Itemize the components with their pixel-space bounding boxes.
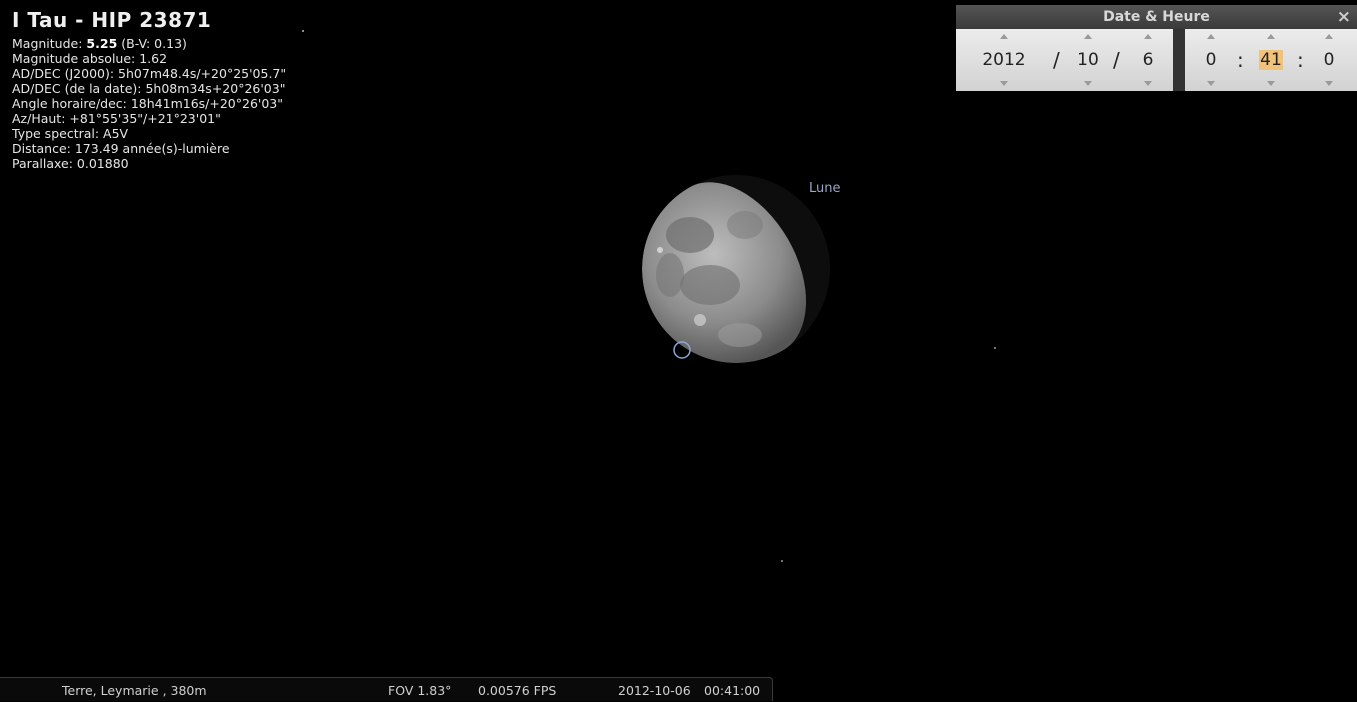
day-value[interactable]: 6 [1128, 48, 1168, 72]
moon-label[interactable]: Lune [809, 181, 841, 196]
info-line-spectral-type: Type spectral: A5V [12, 126, 129, 141]
info-line-az-alt: Az/Haut: +81°55'35"/+21°23'01" [12, 111, 221, 126]
dialog-title: Date & Heure [1103, 9, 1210, 25]
day-spinbox[interactable]: 6 [1128, 29, 1168, 91]
hour-down-arrow-icon[interactable] [1207, 81, 1215, 86]
info-line-hour-angle: Angle horaire/dec: 18h41m16s/+20°26'03" [12, 96, 284, 111]
star[interactable] [781, 560, 783, 562]
year-up-arrow-icon[interactable] [1000, 34, 1008, 39]
magnitude-value: 5.25 [86, 36, 118, 51]
location-text[interactable]: Terre, Leymarie , 380m [62, 683, 207, 698]
time-text[interactable]: 00:41:00 [704, 683, 760, 698]
fov-text[interactable]: FOV 1.83° [388, 683, 451, 698]
hour-up-arrow-icon[interactable] [1207, 34, 1215, 39]
fps-text: 0.00576 FPS [478, 683, 557, 698]
info-line-absolute-magnitude: Magnitude absolue: 1.62 [12, 51, 168, 66]
day-down-arrow-icon[interactable] [1144, 81, 1152, 86]
date-text[interactable]: 2012-10-06 [618, 683, 691, 698]
day-up-arrow-icon[interactable] [1144, 34, 1152, 39]
magnitude-label: Magnitude: [12, 36, 87, 51]
info-line-parallax: Parallaxe: 0.01880 [12, 156, 129, 171]
date-separator: / [1053, 48, 1060, 72]
year-down-arrow-icon[interactable] [1000, 81, 1008, 86]
star[interactable] [302, 30, 304, 32]
second-value[interactable]: 0 [1309, 48, 1349, 72]
month-down-arrow-icon[interactable] [1084, 81, 1092, 86]
year-value[interactable]: 2012 [968, 48, 1040, 72]
minute-value[interactable]: 41 [1259, 50, 1283, 70]
second-down-arrow-icon[interactable] [1325, 81, 1333, 86]
time-separator: : [1297, 48, 1304, 72]
object-title: I Tau - HIP 23871 [12, 8, 212, 32]
year-spinbox[interactable]: 2012 [968, 29, 1040, 91]
info-line-ra-dec-j2000: AD/DEC (J2000): 5h07m48.4s/+20°25'05.7" [12, 66, 287, 81]
magnitude-bv: (B-V: 0.13) [117, 36, 187, 51]
star[interactable] [994, 347, 996, 349]
close-icon[interactable]: × [1337, 5, 1351, 29]
info-line-ra-dec-date: AD/DEC (de la date): 5h08m34s+20°26'03" [12, 81, 286, 96]
date-time-dialog: Date & Heure × 2012 / 10 / 6 0 : 41: 0 [956, 5, 1357, 91]
object-info-panel: I Tau - HIP 23871 Magnitude: 5.25 (B-V: … [12, 8, 286, 171]
hour-value[interactable]: 0 [1191, 48, 1231, 72]
month-spinbox[interactable]: 10 [1068, 29, 1108, 91]
hour-spinbox[interactable]: 0 [1191, 29, 1231, 91]
info-line-distance: Distance: 173.49 année(s)-lumière [12, 141, 230, 156]
second-spinbox[interactable]: 0 [1309, 29, 1349, 91]
status-bar: Terre, Leymarie , 380m FOV 1.83° 0.00576… [0, 677, 773, 701]
dialog-body: 2012 / 10 / 6 0 : 41 : 0 [956, 29, 1357, 91]
month-value[interactable]: 10 [1068, 48, 1108, 72]
time-separator: : [1237, 48, 1244, 72]
magnitude-line: Magnitude: 5.25 (B-V: 0.13) [12, 36, 286, 51]
minute-down-arrow-icon[interactable] [1267, 81, 1275, 86]
second-up-arrow-icon[interactable] [1325, 34, 1333, 39]
dialog-title-bar[interactable]: Date & Heure × [956, 5, 1357, 29]
date-separator: / [1113, 48, 1120, 72]
minute-spinbox[interactable]: 41 [1251, 29, 1291, 91]
minute-up-arrow-icon[interactable] [1267, 34, 1275, 39]
date-time-divider [1173, 29, 1185, 91]
month-up-arrow-icon[interactable] [1084, 34, 1092, 39]
